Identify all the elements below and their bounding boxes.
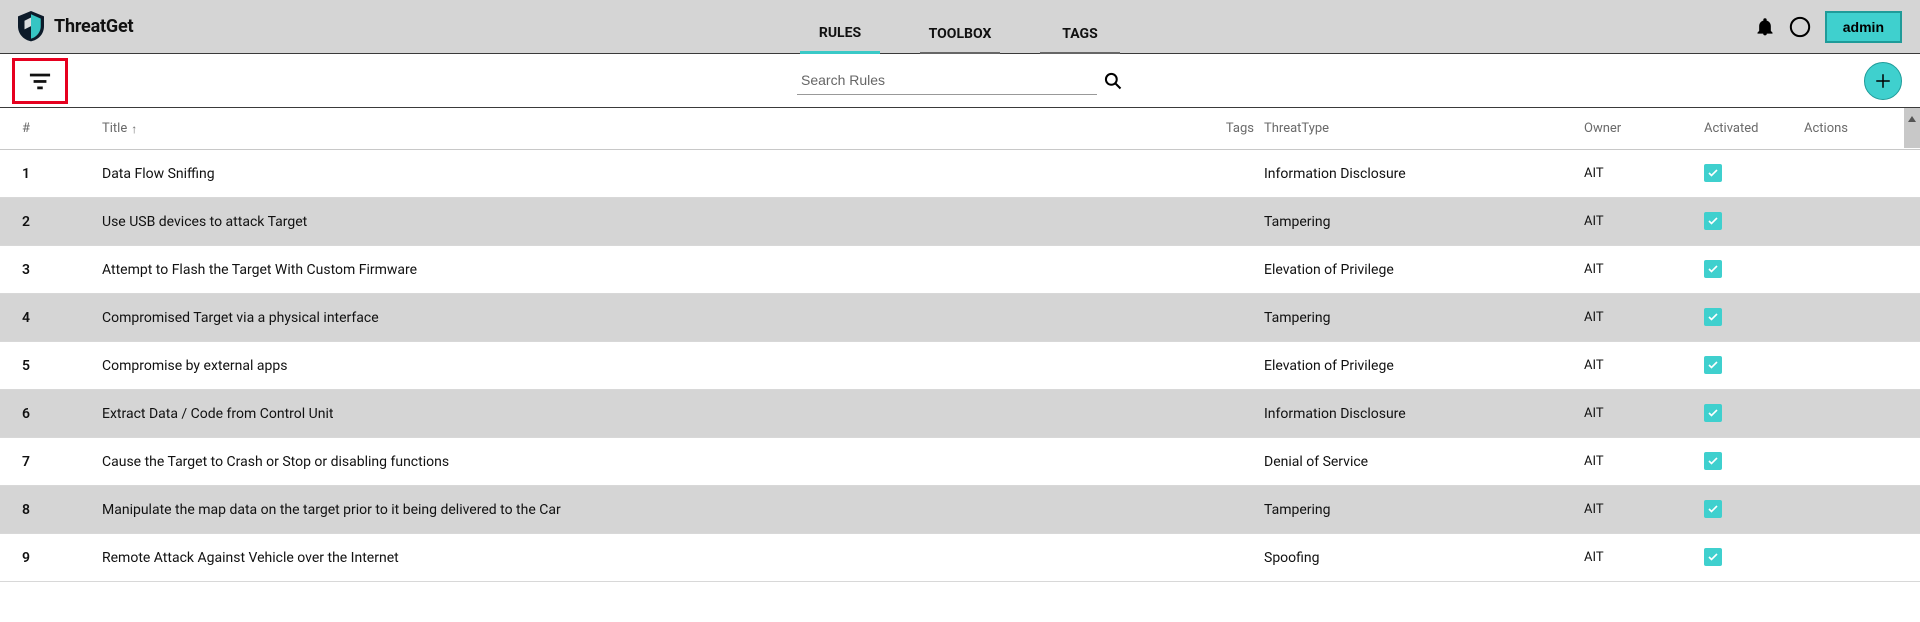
- cell-activated: [1704, 260, 1804, 279]
- col-header-activated[interactable]: Activated: [1704, 121, 1804, 136]
- cell-title: Compromise by external apps: [102, 358, 1204, 374]
- col-header-title-label: Title: [102, 121, 127, 136]
- cell-title: Remote Attack Against Vehicle over the I…: [102, 550, 1204, 566]
- cell-title: Attempt to Flash the Target With Custom …: [102, 262, 1204, 278]
- logo-shield-icon: [18, 12, 44, 42]
- table-row[interactable]: 2Use USB devices to attack Target Tamperi…: [0, 198, 1920, 246]
- col-header-num[interactable]: #: [22, 121, 102, 136]
- admin-button[interactable]: admin: [1825, 11, 1902, 43]
- cell-activated: [1704, 212, 1804, 231]
- col-header-actions[interactable]: Actions: [1804, 121, 1904, 136]
- plus-icon: [1874, 72, 1892, 90]
- cell-owner: AIT: [1584, 406, 1704, 421]
- table-row[interactable]: 7Cause the Target to Crash or Stop or di…: [0, 438, 1920, 486]
- table-row[interactable]: 8Manipulate the map data on the target p…: [0, 486, 1920, 534]
- cell-owner: AIT: [1584, 454, 1704, 469]
- filter-button[interactable]: [12, 58, 68, 104]
- search: [797, 66, 1123, 95]
- cell-num: 4: [22, 310, 102, 326]
- cell-num: 5: [22, 358, 102, 374]
- cell-owner: AIT: [1584, 550, 1704, 565]
- tab-toolbox[interactable]: TOOLBOX: [920, 26, 1000, 54]
- cell-title: Compromised Target via a physical interf…: [102, 310, 1204, 326]
- cell-num: 9: [22, 550, 102, 566]
- table-header-row: # Title ↑ Tags ThreatType Owner Activate…: [0, 108, 1920, 150]
- cell-title: Cause the Target to Crash or Stop or dis…: [102, 454, 1204, 470]
- checked-icon: [1704, 404, 1722, 422]
- cell-activated: [1704, 500, 1804, 519]
- checked-icon: [1704, 212, 1722, 230]
- user-circle-icon[interactable]: [1789, 16, 1811, 38]
- cell-owner: AIT: [1584, 214, 1704, 229]
- cell-activated: [1704, 308, 1804, 327]
- rules-table: # Title ↑ Tags ThreatType Owner Activate…: [0, 108, 1920, 582]
- cell-threat: Elevation of Privilege: [1264, 262, 1584, 278]
- cell-owner: AIT: [1584, 310, 1704, 325]
- checked-icon: [1704, 308, 1722, 326]
- tab-rules[interactable]: RULES: [800, 25, 880, 54]
- tab-tags[interactable]: TAGS: [1040, 26, 1120, 54]
- checked-icon: [1704, 500, 1722, 518]
- cell-threat: Denial of Service: [1264, 454, 1584, 470]
- checked-icon: [1704, 452, 1722, 470]
- cell-owner: AIT: [1584, 166, 1704, 181]
- toolbar: [0, 54, 1920, 108]
- brand: ThreatGet: [18, 12, 133, 42]
- cell-title: Manipulate the map data on the target pr…: [102, 502, 1204, 518]
- col-header-threat[interactable]: ThreatType: [1264, 121, 1584, 136]
- filter-icon: [29, 72, 51, 90]
- cell-threat: Information Disclosure: [1264, 166, 1584, 182]
- table-row[interactable]: 4Compromised Target via a physical inter…: [0, 294, 1920, 342]
- cell-activated: [1704, 404, 1804, 423]
- scrollbar[interactable]: [1904, 108, 1920, 148]
- cell-owner: AIT: [1584, 502, 1704, 517]
- brand-name: ThreatGet: [54, 16, 133, 37]
- cell-activated: [1704, 548, 1804, 567]
- table-row[interactable]: 9Remote Attack Against Vehicle over the …: [0, 534, 1920, 582]
- cell-num: 8: [22, 502, 102, 518]
- table-row[interactable]: 3Attempt to Flash the Target With Custom…: [0, 246, 1920, 294]
- col-header-tags[interactable]: Tags: [1204, 121, 1264, 136]
- col-header-title[interactable]: Title ↑: [102, 121, 1204, 136]
- cell-num: 3: [22, 262, 102, 278]
- sort-asc-icon: ↑: [131, 122, 137, 136]
- checked-icon: [1704, 548, 1722, 566]
- checked-icon: [1704, 260, 1722, 278]
- cell-threat: Tampering: [1264, 310, 1584, 326]
- cell-threat: Spoofing: [1264, 550, 1584, 566]
- cell-owner: AIT: [1584, 358, 1704, 373]
- search-input[interactable]: [797, 66, 1097, 95]
- cell-owner: AIT: [1584, 262, 1704, 277]
- cell-title: Extract Data / Code from Control Unit: [102, 406, 1204, 422]
- cell-threat: Tampering: [1264, 214, 1584, 230]
- bell-icon[interactable]: [1755, 17, 1775, 37]
- cell-threat: Tampering: [1264, 502, 1584, 518]
- cell-title: Use USB devices to attack Target: [102, 214, 1204, 230]
- col-header-owner[interactable]: Owner: [1584, 121, 1704, 136]
- cell-activated: [1704, 164, 1804, 183]
- cell-num: 7: [22, 454, 102, 470]
- topbar: ThreatGet RULES TOOLBOX TAGS admin: [0, 0, 1920, 54]
- checked-icon: [1704, 356, 1722, 374]
- table-row[interactable]: 5Compromise by external apps Elevation of…: [0, 342, 1920, 390]
- cell-activated: [1704, 356, 1804, 375]
- table-row[interactable]: 6Extract Data / Code from Control Unit In…: [0, 390, 1920, 438]
- cell-title: Data Flow Sniffing: [102, 166, 1204, 182]
- search-icon[interactable]: [1103, 71, 1123, 91]
- add-rule-button[interactable]: [1864, 62, 1902, 100]
- cell-activated: [1704, 452, 1804, 471]
- cell-num: 1: [22, 166, 102, 182]
- checked-icon: [1704, 164, 1722, 182]
- cell-threat: Information Disclosure: [1264, 406, 1584, 422]
- main-tabs: RULES TOOLBOX TAGS: [800, 0, 1120, 54]
- cell-threat: Elevation of Privilege: [1264, 358, 1584, 374]
- table-row[interactable]: 1Data Flow Sniffing Information Disclosur…: [0, 150, 1920, 198]
- cell-num: 6: [22, 406, 102, 422]
- cell-num: 2: [22, 214, 102, 230]
- topbar-right: admin: [1755, 11, 1902, 43]
